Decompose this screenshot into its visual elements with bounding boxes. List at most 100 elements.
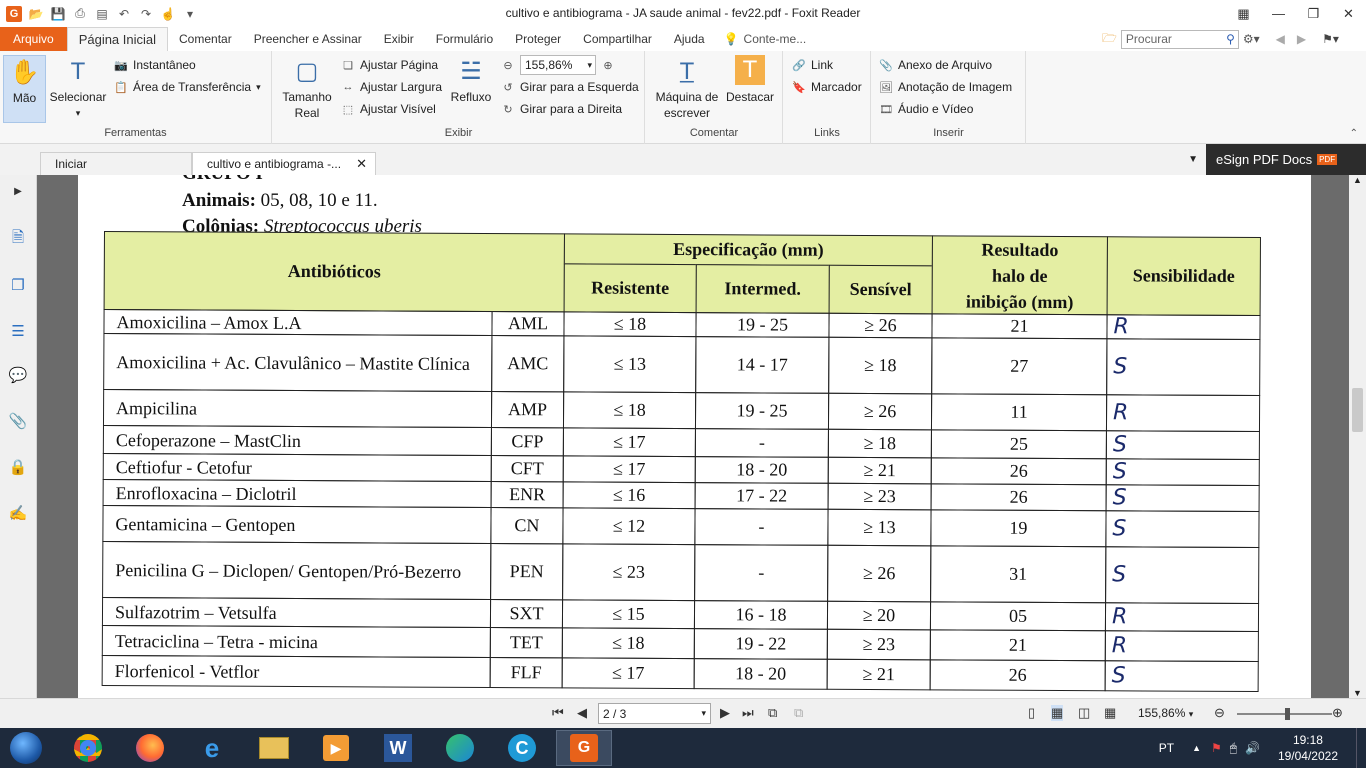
- ribbon-display-icon[interactable]: ▦: [1226, 0, 1261, 27]
- clock[interactable]: 19:18 19/04/2022: [1278, 732, 1338, 764]
- tab-current-document[interactable]: cultivo e antibiograma -... ✕: [192, 152, 376, 175]
- attachments-panel-icon[interactable]: 📎: [8, 411, 28, 431]
- zoom-slider[interactable]: [1237, 708, 1332, 720]
- network-icon[interactable]: 🖱: [1230, 741, 1237, 756]
- security-lock-icon[interactable]: 🔒: [8, 457, 28, 477]
- highlight-button[interactable]: T Destacar: [724, 55, 776, 105]
- esign-button[interactable]: eSign PDF Docs PDF: [1206, 144, 1366, 175]
- facing-page-icon[interactable]: ◫: [1078, 705, 1090, 721]
- tab-pagina-inicial[interactable]: Página Inicial: [66, 27, 169, 51]
- image-annotation-button[interactable]: 🖼 Anotação de Imagem: [879, 77, 1012, 97]
- tab-ajuda[interactable]: Ajuda: [663, 27, 716, 51]
- tab-preencher-assinar[interactable]: Preencher e Assinar: [243, 27, 373, 51]
- tab-iniciar[interactable]: Iniciar: [40, 152, 192, 175]
- expand-panel-icon[interactable]: ▶: [8, 181, 28, 201]
- close-window-button[interactable]: ✕: [1331, 0, 1366, 27]
- flag-icon[interactable]: ⚑▾: [1322, 32, 1339, 46]
- comments-icon[interactable]: 💬: [8, 365, 28, 385]
- actual-size-button[interactable]: ▢ Tamanho Real: [279, 55, 335, 121]
- next-view-status-icon[interactable]: ⧉: [794, 705, 803, 721]
- clipboard-button[interactable]: 📋 Área de Transferência ▾: [114, 77, 260, 97]
- customize-dropdown-icon[interactable]: ▾: [182, 6, 198, 22]
- vertical-scrollbar[interactable]: ▲ ▼: [1349, 175, 1366, 698]
- rotate-right-button[interactable]: ↻ Girar para a Direita: [501, 99, 622, 119]
- foxit-logo-icon[interactable]: G: [6, 5, 22, 22]
- scroll-up-icon[interactable]: ▲: [1353, 175, 1362, 185]
- show-desktop-button[interactable]: [1356, 728, 1366, 768]
- layers-icon[interactable]: ☰: [8, 321, 28, 341]
- page-number-field[interactable]: 2 / 3 ▾: [598, 703, 711, 724]
- continuous-page-icon[interactable]: ▦: [1051, 705, 1064, 721]
- search-icon[interactable]: ⚲: [1226, 32, 1235, 46]
- print-icon[interactable]: ⎙: [72, 6, 88, 22]
- zoom-out-icon[interactable]: ⊖: [501, 58, 515, 72]
- pages-icon[interactable]: ❐: [8, 275, 28, 295]
- reflow-button[interactable]: ☱ Refluxo: [449, 55, 493, 105]
- word-taskbar-icon[interactable]: W: [370, 730, 426, 766]
- tab-formulario[interactable]: Formulário: [425, 27, 504, 51]
- tab-exibir[interactable]: Exibir: [373, 27, 425, 51]
- edge-taskbar-icon[interactable]: [432, 730, 488, 766]
- previous-page-icon[interactable]: ◀: [577, 705, 587, 721]
- hand-tool-quick-icon[interactable]: ☝: [160, 6, 176, 22]
- status-zoom[interactable]: 155,86% ▾: [1138, 706, 1193, 720]
- next-view-icon[interactable]: ▶: [1297, 32, 1306, 46]
- settings-gear-icon[interactable]: ⚙▾: [1243, 32, 1260, 46]
- search-input[interactable]: Procurar ⚲: [1120, 29, 1239, 49]
- chrome-taskbar-icon[interactable]: [60, 730, 116, 766]
- internet-explorer-taskbar-icon[interactable]: e: [184, 730, 240, 766]
- properties-icon[interactable]: ▤: [94, 6, 110, 22]
- save-icon[interactable]: 💾: [50, 6, 66, 22]
- zoom-select[interactable]: 155,86% ▾: [520, 55, 596, 75]
- snapshot-button[interactable]: 📷 Instantâneo: [114, 55, 196, 75]
- volume-icon[interactable]: 🔊: [1245, 741, 1260, 755]
- undo-icon[interactable]: ↶: [116, 6, 132, 22]
- scroll-down-icon[interactable]: ▼: [1353, 688, 1362, 698]
- language-indicator[interactable]: PT: [1159, 741, 1174, 755]
- start-button[interactable]: [4, 730, 48, 766]
- bookmark-button[interactable]: 🔖 Marcador: [792, 77, 862, 97]
- flag-tray-icon[interactable]: ⚑: [1211, 741, 1222, 755]
- tab-list-dropdown-icon[interactable]: ▼: [1188, 154, 1198, 165]
- restore-button[interactable]: ❐: [1296, 0, 1331, 27]
- open-folder-icon[interactable]: 📂: [28, 6, 44, 22]
- tell-me-box[interactable]: 💡 Conte-me...: [716, 27, 807, 51]
- show-hidden-icons-icon[interactable]: ▲: [1192, 743, 1201, 753]
- status-zoom-in-icon[interactable]: ⊕: [1332, 705, 1343, 721]
- first-page-icon[interactable]: ⏮: [552, 705, 564, 721]
- tab-comentar[interactable]: Comentar: [168, 27, 243, 51]
- link-button[interactable]: 🔗 Link: [792, 55, 833, 75]
- select-tool-button[interactable]: T Selecionar ▾: [50, 55, 107, 121]
- single-page-icon[interactable]: ▯: [1028, 705, 1035, 721]
- zoom-slider-knob[interactable]: [1285, 708, 1290, 720]
- previous-view-icon[interactable]: ◀: [1276, 32, 1285, 46]
- continuous-facing-icon[interactable]: ▦: [1104, 705, 1116, 721]
- typewriter-button[interactable]: T̲ Máquina de escrever: [652, 55, 722, 121]
- minimize-button[interactable]: —: [1261, 0, 1296, 27]
- tab-compartilhar[interactable]: Compartilhar: [572, 27, 663, 51]
- fit-visible-button[interactable]: ⬚ Ajustar Visível: [341, 99, 436, 119]
- file-attachment-button[interactable]: 📎 Anexo de Arquivo: [879, 55, 992, 75]
- hand-tool-button[interactable]: ✋ Mão: [3, 55, 46, 123]
- rotate-left-button[interactable]: ↺ Girar para a Esquerda: [501, 77, 638, 97]
- signature-icon[interactable]: ✍: [8, 503, 28, 523]
- page-thumbnail-icon[interactable]: 🗎: [8, 229, 28, 249]
- fit-width-button[interactable]: ↔ Ajustar Largura: [341, 77, 443, 97]
- foxit-taskbar-icon[interactable]: G: [556, 730, 612, 766]
- document-view[interactable]: GRUPO I Animais: 05, 08, 10 e 11. Colôni…: [37, 175, 1349, 698]
- search-folder-icon[interactable]: 🗁: [1102, 29, 1117, 50]
- file-explorer-taskbar-icon[interactable]: [246, 730, 302, 766]
- zoom-in-icon[interactable]: ⊕: [601, 58, 615, 72]
- status-zoom-out-icon[interactable]: ⊖: [1214, 705, 1225, 721]
- firefox-taskbar-icon[interactable]: [122, 730, 178, 766]
- scrollbar-thumb[interactable]: [1352, 388, 1363, 432]
- previous-view-status-icon[interactable]: ⧉: [768, 705, 777, 721]
- tab-proteger[interactable]: Proteger: [504, 27, 572, 51]
- media-player-taskbar-icon[interactable]: ▶: [308, 730, 364, 766]
- audio-video-button[interactable]: 🎞 Áudio e Vídeo: [879, 99, 973, 119]
- tab-arquivo[interactable]: Arquivo: [0, 27, 67, 51]
- redo-icon[interactable]: ↷: [138, 6, 154, 22]
- next-page-icon[interactable]: ▶: [720, 705, 730, 721]
- last-page-icon[interactable]: ⏭: [742, 705, 754, 721]
- c-app-taskbar-icon[interactable]: C: [494, 730, 550, 766]
